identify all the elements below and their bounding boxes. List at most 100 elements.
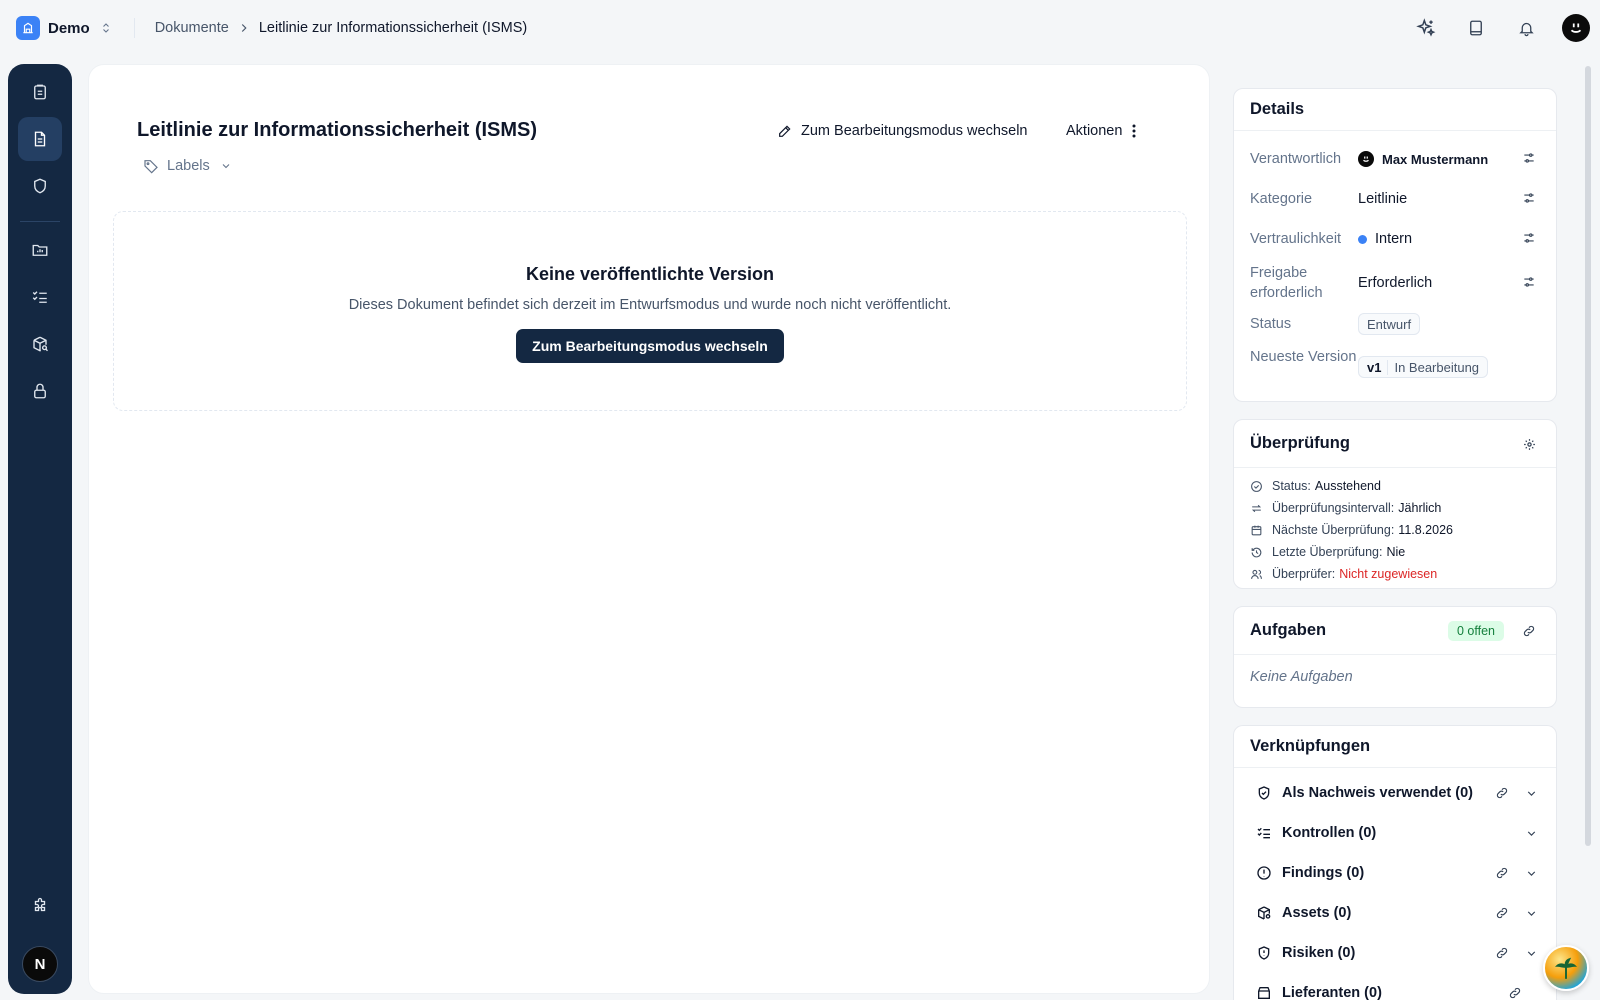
link-label-risks: Risiken (0)	[1282, 945, 1356, 961]
workspace-logo-icon	[16, 16, 40, 40]
review-status: Status: Ausstehend	[1250, 477, 1381, 495]
tag-icon	[144, 160, 158, 174]
details-title: Details	[1234, 89, 1556, 131]
link-icon[interactable]	[1495, 786, 1509, 800]
sidebar: N	[8, 64, 72, 994]
breadcrumb-dokumente[interactable]: Dokumente	[155, 20, 229, 36]
approval-value: Erforderlich	[1358, 275, 1433, 291]
link-row-risks[interactable]: Risiken (0)	[1256, 942, 1538, 964]
owner-settings-icon[interactable]	[1522, 151, 1536, 165]
chevron-down-icon[interactable]	[1525, 947, 1538, 960]
tasks-heading: Aufgaben	[1250, 621, 1327, 639]
chevron-down-icon[interactable]	[1525, 827, 1538, 840]
sidebar-item-controls[interactable]	[18, 275, 62, 319]
open-tasks-badge: 0 offen	[1447, 621, 1504, 641]
detail-category: Kategorie Leitlinie	[1250, 189, 1542, 209]
right-panel-scrollbar[interactable]	[1585, 66, 1591, 846]
sidebar-item-documents[interactable]	[18, 117, 62, 161]
review-next-value: 11.8.2026	[1398, 523, 1453, 537]
labels-label: Labels	[167, 158, 210, 174]
link-row-findings[interactable]: Findings (0)	[1256, 862, 1538, 884]
detail-owner: Verantwortlich Max Mustermann	[1250, 149, 1542, 169]
review-settings-icon[interactable]	[1523, 420, 1536, 468]
empty-state-description: Dieses Dokument befindet sich derzeit im…	[348, 297, 952, 313]
details-panel: Details Verantwortlich Max Mustermann Ka…	[1233, 88, 1557, 402]
review-reviewer-label: Überprüfer:	[1272, 567, 1336, 581]
chevron-down-icon[interactable]	[1525, 787, 1538, 800]
link-icon[interactable]	[1495, 906, 1509, 920]
link-row-suppliers[interactable]: Lieferanten (0)	[1256, 982, 1538, 1000]
breadcrumb-current: Leitlinie zur Informationssicherheit (IS…	[258, 20, 528, 36]
version-badge[interactable]: v1 In Bearbeitung	[1358, 356, 1489, 378]
actions-label: Aktionen	[1066, 123, 1123, 139]
labels-dropdown[interactable]: Labels	[143, 158, 232, 174]
more-vertical-icon	[1132, 124, 1136, 138]
link-row-assets[interactable]: Assets (0)	[1256, 902, 1538, 924]
review-next: Nächste Überprüfung: 11.8.2026	[1250, 521, 1453, 539]
edit-mode-label: Zum Bearbeitungsmodus wechseln	[801, 123, 1028, 139]
link-label-findings: Findings (0)	[1282, 865, 1365, 881]
sidebar-item-compliance[interactable]	[18, 164, 62, 208]
review-panel: Überprüfung Status: Ausstehend Überprüfu…	[1233, 419, 1557, 589]
review-heading: Überprüfung	[1250, 434, 1350, 452]
package-search-icon	[33, 336, 48, 352]
empty-state-title: Keine veröffentlichte Version	[525, 264, 775, 284]
workspace-switcher[interactable]: Demo	[16, 16, 112, 40]
confidentiality-dot	[1358, 234, 1367, 244]
sidebar-item-assets[interactable]	[18, 322, 62, 366]
sidebar-item-security[interactable]	[18, 369, 62, 413]
link-row-controls[interactable]: Kontrollen (0)	[1256, 822, 1538, 844]
edit-mode-button[interactable]: Zum Bearbeitungsmodus wechseln	[777, 117, 1027, 145]
breadcrumb: Dokumente Leitlinie zur Informationssich…	[155, 20, 528, 36]
link-icon[interactable]	[1495, 946, 1509, 960]
ai-sparkles-button[interactable]	[1408, 10, 1444, 46]
shield-icon	[34, 178, 46, 194]
confidentiality-value: Intern	[1375, 231, 1413, 247]
sidebar-item-reports[interactable]	[18, 228, 62, 272]
detail-status: Status Entwurf	[1250, 313, 1542, 335]
checklist-icon	[32, 291, 47, 303]
review-reviewer-value[interactable]: Nicht zugewiesen	[1339, 567, 1437, 581]
review-reviewer: Überprüfer: Nicht zugewiesen	[1250, 565, 1437, 583]
review-status-value: Ausstehend	[1314, 479, 1381, 493]
shield-check-icon	[1256, 785, 1274, 801]
link-icon[interactable]	[1508, 986, 1522, 1000]
review-status-label: Status:	[1272, 479, 1311, 493]
palm-tree-icon	[1554, 957, 1578, 979]
lock-icon	[34, 383, 46, 399]
actions-menu-button[interactable]: Aktionen	[1066, 117, 1136, 145]
link-icon[interactable]	[1495, 866, 1509, 880]
approval-settings-icon[interactable]	[1522, 275, 1536, 289]
status-label: Status	[1250, 316, 1292, 332]
category-value: Leitlinie	[1358, 191, 1408, 207]
category-settings-icon[interactable]	[1522, 191, 1536, 205]
link-row-evidence[interactable]: Als Nachweis verwendet (0)	[1256, 782, 1538, 804]
owner-avatar	[1358, 151, 1374, 167]
review-next-label: Nächste Überprüfung:	[1272, 523, 1395, 537]
history-icon	[1250, 546, 1264, 559]
sidebar-item-integrations[interactable]	[18, 884, 62, 928]
sidebar-avatar[interactable]: N	[22, 946, 58, 982]
link-label-suppliers: Lieferanten (0)	[1282, 985, 1382, 1000]
version-number: v1	[1367, 359, 1389, 375]
repeat-icon	[1250, 502, 1264, 515]
confidentiality-settings-icon[interactable]	[1522, 231, 1536, 245]
book-icon[interactable]	[1458, 10, 1494, 46]
users-icon	[1250, 568, 1264, 581]
chevron-up-down-icon	[100, 21, 112, 35]
user-avatar[interactable]	[1562, 14, 1590, 42]
category-label: Kategorie	[1250, 191, 1313, 207]
bell-icon[interactable]	[1508, 10, 1544, 46]
chevron-down-icon[interactable]	[1525, 907, 1538, 920]
chevron-down-icon[interactable]	[1525, 867, 1538, 880]
switch-to-edit-mode-button[interactable]: Zum Bearbeitungsmodus wechseln	[516, 329, 784, 363]
link-icon[interactable]	[1522, 624, 1536, 638]
review-interval-label: Überprüfungsintervall:	[1272, 501, 1395, 515]
detail-version: Neueste Version v1 In Bearbeitung	[1250, 347, 1542, 387]
assistant-launcher-button[interactable]	[1543, 945, 1589, 991]
chevron-down-icon	[222, 164, 230, 169]
sidebar-item-tasks[interactable]	[18, 70, 62, 114]
shield-alert-icon	[1256, 945, 1274, 961]
store-icon	[1256, 985, 1274, 1000]
version-label: Neueste Version	[1250, 349, 1357, 365]
